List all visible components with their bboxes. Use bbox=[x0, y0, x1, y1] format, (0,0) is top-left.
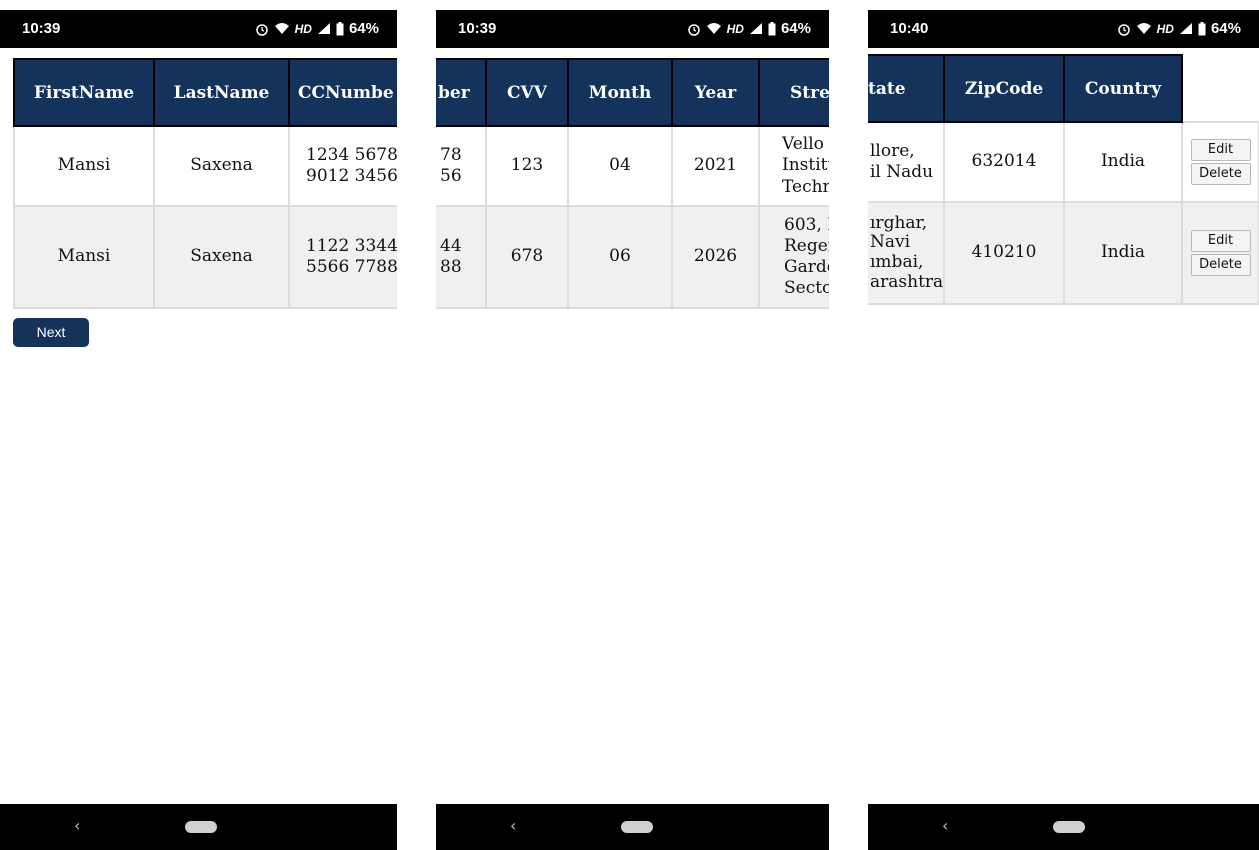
cell-zipcode: 410210 bbox=[943, 201, 1065, 305]
cell-lastname: Saxena bbox=[153, 125, 290, 207]
signal-icon bbox=[317, 23, 330, 34]
table-row: Mansi Saxena 1122 3344 5566 7788 bbox=[13, 205, 397, 309]
cell-actions: Edit Delete bbox=[1181, 121, 1259, 203]
cell-year: 2021 bbox=[671, 125, 760, 207]
card-table[interactable]: FirstName LastName CCNumbe Mansi Saxena … bbox=[13, 58, 397, 309]
column-header-street: Stre bbox=[758, 58, 829, 127]
battery-percent: 64% bbox=[1210, 20, 1241, 37]
cell-ccnumber: 78 56 bbox=[436, 125, 487, 207]
status-bar: 10:39 HD 64% bbox=[436, 10, 829, 48]
signal-icon bbox=[749, 23, 762, 34]
alarm-icon bbox=[1117, 23, 1130, 36]
alarm-icon bbox=[687, 23, 700, 36]
hd-label: HD bbox=[294, 21, 312, 36]
column-header-lastname: LastName bbox=[153, 58, 290, 127]
back-icon[interactable]: ‹ bbox=[942, 816, 948, 835]
cell-country: India bbox=[1063, 121, 1183, 203]
battery-icon bbox=[768, 21, 776, 35]
cell-ccnumber: 44 88 bbox=[436, 205, 487, 309]
home-pill-icon[interactable] bbox=[185, 821, 217, 833]
alarm-icon bbox=[255, 23, 268, 36]
status-time: 10:39 bbox=[22, 20, 61, 37]
table-row: llore, il Nadu 632014 India Edit Delete bbox=[868, 121, 1259, 203]
delete-button[interactable]: Delete bbox=[1190, 163, 1251, 185]
column-header-month: Month bbox=[567, 58, 673, 127]
cell-country: India bbox=[1063, 201, 1183, 305]
cell-ccnumber: 1122 3344 5566 7788 bbox=[288, 205, 397, 309]
battery-percent: 64% bbox=[780, 20, 811, 37]
battery-icon bbox=[336, 21, 344, 35]
cell-state: llore, il Nadu bbox=[868, 121, 945, 203]
column-header-actions bbox=[1182, 55, 1259, 122]
cell-month: 06 bbox=[567, 205, 673, 309]
cell-state: ırghar, Navi ımbai, arashtra bbox=[868, 201, 945, 305]
cell-lastname: Saxena bbox=[153, 205, 290, 309]
table-row: Mansi Saxena 1234 5678 9012 3456 bbox=[13, 125, 397, 207]
home-pill-icon[interactable] bbox=[621, 821, 653, 833]
cell-actions: Edit Delete bbox=[1181, 201, 1259, 305]
phone-screen-2: 10:39 HD 64% ber CVV Month Year Stre 78 … bbox=[436, 10, 829, 850]
cell-ccnumber: 1234 5678 9012 3456 bbox=[288, 125, 397, 207]
status-time: 10:39 bbox=[458, 20, 497, 37]
status-time: 10:40 bbox=[890, 20, 929, 37]
cell-street: 603, Ro Regen Garde Sector bbox=[758, 205, 829, 309]
status-bar: 10:40 HD 64% bbox=[868, 10, 1259, 48]
column-header-firstname: FirstName bbox=[13, 58, 155, 127]
battery-icon bbox=[1198, 21, 1206, 35]
table-row: 78 56 123 04 2021 Vello Institut Techno bbox=[436, 125, 829, 207]
phone-screen-3: 10:40 HD 64% tate ZipCode Country llore,… bbox=[868, 10, 1259, 850]
phone-screen-1: 10:39 HD 64% FirstName LastName CCNumbe … bbox=[0, 10, 397, 850]
cell-street: Vello Institut Techno bbox=[758, 125, 829, 207]
column-header-state: tate bbox=[868, 54, 945, 123]
column-header-ccnumber: CCNumbe bbox=[288, 58, 397, 127]
column-header-ccnumber: ber bbox=[436, 58, 487, 127]
navigation-bar: ‹ bbox=[868, 804, 1259, 850]
wifi-icon bbox=[274, 23, 289, 34]
hd-label: HD bbox=[726, 21, 744, 36]
cell-month: 04 bbox=[567, 125, 673, 207]
battery-percent: 64% bbox=[348, 20, 379, 37]
cell-zipcode: 632014 bbox=[943, 121, 1065, 203]
wifi-icon bbox=[1136, 23, 1151, 34]
back-icon[interactable]: ‹ bbox=[74, 816, 80, 835]
column-header-country: Country bbox=[1063, 54, 1183, 123]
table-row: 44 88 678 06 2026 603, Ro Regen Garde Se… bbox=[436, 205, 829, 309]
column-header-cvv: CVV bbox=[485, 58, 569, 127]
column-header-zipcode: ZipCode bbox=[943, 54, 1065, 123]
back-icon[interactable]: ‹ bbox=[510, 816, 516, 835]
home-pill-icon[interactable] bbox=[1053, 821, 1085, 833]
wifi-icon bbox=[706, 23, 721, 34]
signal-icon bbox=[1179, 23, 1192, 34]
delete-button[interactable]: Delete bbox=[1190, 254, 1251, 276]
cell-cvv: 123 bbox=[485, 125, 569, 207]
edit-button[interactable]: Edit bbox=[1190, 139, 1251, 161]
card-table[interactable]: ber CVV Month Year Stre 78 56 123 04 202… bbox=[436, 58, 829, 309]
next-button[interactable]: Next bbox=[13, 318, 89, 347]
card-table[interactable]: tate ZipCode Country llore, il Nadu 6320… bbox=[868, 54, 1259, 305]
cell-cvv: 678 bbox=[485, 205, 569, 309]
hd-label: HD bbox=[1156, 21, 1174, 36]
navigation-bar: ‹ bbox=[0, 804, 397, 850]
navigation-bar: ‹ bbox=[436, 804, 829, 850]
status-bar: 10:39 HD 64% bbox=[0, 10, 397, 48]
cell-firstname: Mansi bbox=[13, 205, 155, 309]
column-header-year: Year bbox=[671, 58, 760, 127]
edit-button[interactable]: Edit bbox=[1190, 230, 1251, 252]
cell-firstname: Mansi bbox=[13, 125, 155, 207]
cell-year: 2026 bbox=[671, 205, 760, 309]
table-row: ırghar, Navi ımbai, arashtra 410210 Indi… bbox=[868, 201, 1259, 305]
